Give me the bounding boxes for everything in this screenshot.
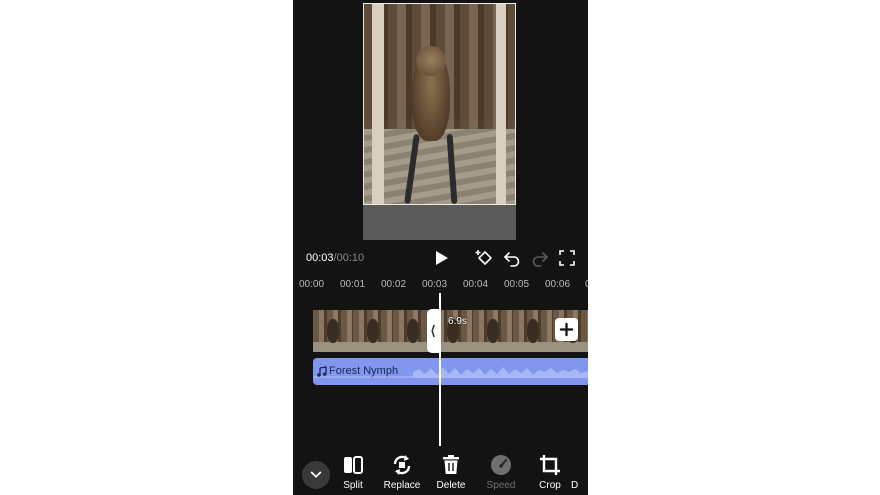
keyframe-diamond-icon xyxy=(475,250,492,265)
plus-icon xyxy=(559,322,574,337)
ruler-tick: 00 xyxy=(585,279,588,290)
split-label: Split xyxy=(343,480,363,491)
clip-thumbnail xyxy=(313,310,353,352)
playhead[interactable] xyxy=(439,293,441,446)
split-tool[interactable]: Split xyxy=(327,453,379,491)
audio-track-name: Forest Nymph xyxy=(329,365,399,377)
keyframe-button[interactable] xyxy=(474,248,494,268)
speed-label: Speed xyxy=(486,480,516,491)
audio-track[interactable]: Forest Nymph xyxy=(313,358,588,385)
undo-icon xyxy=(504,252,520,267)
clip-trim-handle[interactable]: ⟨ xyxy=(427,309,439,353)
clip-duration: 6.9s xyxy=(448,316,467,327)
video-editor-screen: 00:03/00:10 00:00 00:01 00:02 00:03 00:0… xyxy=(293,0,588,495)
crop-icon xyxy=(538,453,562,477)
ruler-tick: 00:01 xyxy=(340,279,366,290)
preview-image xyxy=(363,3,516,205)
current-time: 00:03 xyxy=(306,252,334,264)
clip-thumbnail xyxy=(353,310,393,352)
redo-button[interactable] xyxy=(530,248,550,268)
crop-label: Crop xyxy=(539,480,561,491)
undo-button[interactable] xyxy=(502,248,522,268)
audio-label: Forest Nymph xyxy=(317,365,398,377)
time-readout: 00:03/00:10 xyxy=(306,252,364,264)
ruler-tick: 00:03 xyxy=(422,279,448,290)
speedometer-icon xyxy=(489,453,513,477)
replace-icon xyxy=(390,453,414,477)
video-preview[interactable] xyxy=(363,3,516,240)
clip-thumbnail xyxy=(473,310,513,352)
split-icon xyxy=(341,453,365,477)
ruler-tick: 00:06 xyxy=(545,279,571,290)
trash-icon xyxy=(439,453,463,477)
add-clip-button[interactable] xyxy=(555,318,578,341)
play-icon xyxy=(436,251,448,265)
music-note-icon xyxy=(317,365,327,377)
fullscreen-icon xyxy=(559,250,575,266)
more-tool-icon xyxy=(571,453,588,477)
ruler-tick: 00:04 xyxy=(463,279,489,290)
fullscreen-button[interactable] xyxy=(557,248,577,268)
ruler-tick: 00:05 xyxy=(504,279,530,290)
timeline-ruler[interactable]: 00:00 00:01 00:02 00:03 00:04 00:05 00:0… xyxy=(293,279,588,291)
ruler-tick: 00:02 xyxy=(381,279,407,290)
replace-label: Replace xyxy=(383,480,421,491)
clip-thumbnail xyxy=(513,310,553,352)
more-tool-label: D xyxy=(571,480,579,491)
speed-tool[interactable]: Speed xyxy=(475,453,527,491)
delete-tool[interactable]: Delete xyxy=(425,453,477,491)
replace-tool[interactable]: Replace xyxy=(376,453,428,491)
more-tool[interactable]: D xyxy=(571,453,588,491)
chevron-down-icon xyxy=(310,471,322,478)
delete-label: Delete xyxy=(436,480,466,491)
play-button[interactable] xyxy=(431,248,451,268)
total-time: 00:10 xyxy=(336,252,365,264)
redo-icon xyxy=(532,252,548,267)
ruler-tick: 00:00 xyxy=(299,279,325,290)
collapse-toolbar-button[interactable] xyxy=(302,461,330,489)
crop-tool[interactable]: Crop xyxy=(524,453,576,491)
